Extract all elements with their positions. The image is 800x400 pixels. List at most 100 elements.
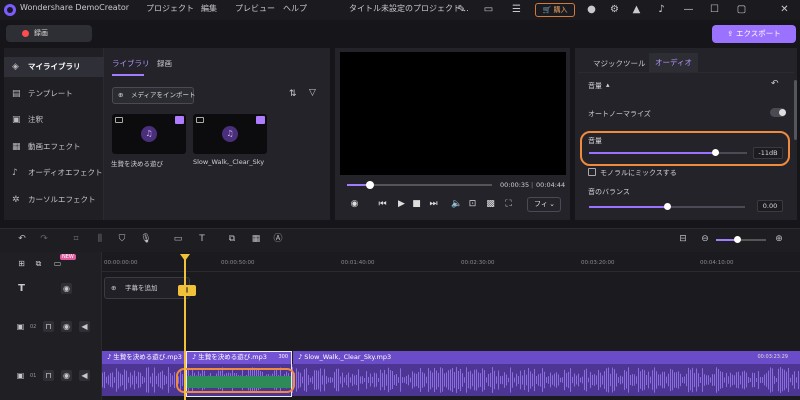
menu-help[interactable]: ヘルプ — [283, 3, 307, 14]
waveform-bar — [344, 377, 345, 383]
visibility-icon[interactable]: ◉ — [61, 283, 72, 294]
freeze-icon[interactable]: ▦ — [250, 233, 262, 245]
crop-tool-icon[interactable]: ⌗ — [70, 233, 82, 245]
tab-recording[interactable]: 録画 — [157, 58, 172, 69]
audio-clip-header[interactable]: ♪ 生贄を決める遊び.mp3 — [102, 351, 186, 364]
settings-icon[interactable]: ⚙ — [608, 3, 621, 16]
maximize-icon[interactable]: ☐ — [708, 3, 721, 16]
prev-frame-icon[interactable]: ⏮ — [377, 199, 388, 210]
waveform-bar — [488, 373, 489, 387]
zoom-in-icon[interactable]: ⊕ — [773, 233, 785, 245]
total-time: 00:04:44 — [536, 181, 566, 189]
caption-icon[interactable]: ▭ — [172, 233, 184, 245]
menu-preview[interactable]: プレビュー — [235, 3, 275, 14]
notification-icon[interactable]: ♪ — [655, 3, 668, 16]
fit-select[interactable]: フィ ⌄ — [527, 197, 561, 212]
mute-icon[interactable]: ◀ — [79, 321, 90, 332]
reset-icon[interactable]: ↶ — [771, 79, 779, 89]
waveform-bar — [630, 374, 631, 386]
screen-icon[interactable]: ▭ — [482, 3, 495, 16]
group-icon[interactable]: ⧉ — [226, 233, 238, 245]
stop-icon[interactable]: ■ — [411, 199, 422, 210]
sidebar-item-video-effect[interactable]: ▦ 動画エフェクト — [4, 137, 104, 157]
menu-edit[interactable]: 編集 — [201, 3, 217, 14]
redo-icon[interactable]: ↷ — [38, 233, 50, 245]
split-tool-icon[interactable]: ⫼ — [94, 233, 106, 245]
balance-slider-knob[interactable] — [664, 203, 671, 210]
waveform-bar — [464, 377, 465, 383]
waveform-bar — [406, 375, 407, 385]
restore-icon[interactable]: ▢ — [735, 3, 748, 16]
video-canvas[interactable] — [340, 52, 566, 175]
waveform-bar — [296, 368, 297, 392]
fullscreen-icon[interactable]: ⛶ — [503, 199, 514, 210]
import-media-button[interactable]: ⊕ メディアをインポート — [112, 87, 196, 104]
play-icon[interactable]: ▶ — [396, 199, 407, 210]
learn-icon[interactable]: ▲ — [630, 3, 643, 16]
properties-scrollbar[interactable] — [794, 80, 797, 140]
auto-normalize-toggle[interactable] — [770, 108, 786, 117]
tab-audio[interactable]: オーディオ — [649, 53, 698, 72]
sidebar-item-audio-effect[interactable]: ♪ オーディオエフェクト — [4, 163, 104, 183]
sidebar-item-my-library[interactable]: ◈ マイライブラリ — [4, 57, 104, 77]
waveform-bar — [644, 370, 645, 390]
waveform-bar — [390, 370, 391, 390]
minimize-icon[interactable]: — — [682, 3, 695, 16]
sidebar-item-template[interactable]: ▤ テンプレート — [4, 84, 104, 104]
add-track-icon[interactable]: ⊞ — [16, 258, 27, 269]
waveform-bar — [674, 372, 675, 388]
mono-mix-checkbox[interactable] — [588, 168, 596, 176]
filter-icon[interactable]: ▽ — [309, 88, 316, 98]
balance-value[interactable]: 0.00 — [757, 200, 783, 212]
audio-clip-header[interactable]: ♪ Slow_Walk,_Clear_Sky.mp3 00:03:23:29 — [293, 351, 800, 364]
media-thumbnail[interactable]: ♫ — [112, 114, 186, 154]
copy-track-icon[interactable]: ⧉ — [33, 258, 44, 269]
volume-slider-knob[interactable] — [712, 149, 719, 156]
waveform-bar — [772, 368, 773, 392]
playhead-handle[interactable] — [180, 254, 190, 261]
media-thumbnail[interactable]: ♫ — [193, 114, 267, 154]
visibility-icon[interactable]: ◉ — [61, 370, 72, 381]
microphone-icon[interactable]: 🎙 — [140, 233, 152, 245]
tab-magic-tools[interactable]: マジックツール — [593, 58, 646, 69]
waveform-bar — [584, 369, 585, 391]
sidebar-item-annotation[interactable]: ▣ 注釈 — [4, 110, 104, 130]
zoom-out-icon[interactable]: ⊖ — [699, 233, 711, 245]
fit-timeline-icon[interactable]: ⊟ — [677, 233, 689, 245]
sidebar-item-cursor-effect[interactable]: ✲ カーソルエフェクト — [4, 190, 104, 210]
shield-icon[interactable]: ⛉ — [116, 233, 128, 245]
next-frame-icon[interactable]: ⏭ — [428, 199, 439, 210]
video-track-icon: ▣ — [16, 371, 25, 380]
sidebar-item-label: マイライブラリ — [28, 62, 81, 71]
snapshot-icon[interactable]: ◉ — [349, 199, 360, 210]
zoom-slider-knob[interactable] — [734, 236, 741, 243]
edit-title-icon[interactable]: ✎ — [455, 3, 468, 16]
buy-button[interactable]: 🛒 購入 — [535, 3, 575, 17]
sort-icon[interactable]: ⇅ — [289, 89, 297, 99]
waveform-bar — [712, 374, 713, 386]
undo-icon[interactable]: ↶ — [16, 233, 28, 245]
waveform-bar — [484, 370, 485, 390]
playhead[interactable] — [184, 256, 186, 400]
mute-icon[interactable]: ◀ — [79, 370, 90, 381]
text-tool-icon[interactable]: T — [196, 233, 208, 245]
crop-icon[interactable]: ⊡ — [467, 199, 478, 210]
split-marker-icon[interactable]: ⫼ — [178, 285, 196, 296]
record-button[interactable]: 録画 — [6, 25, 92, 42]
ai-icon[interactable]: Ⓐ — [272, 233, 284, 245]
caret-up-icon[interactable]: ▴ — [606, 81, 610, 89]
menu-project[interactable]: プロジェクト — [146, 3, 194, 14]
visibility-icon[interactable]: ◉ — [61, 321, 72, 332]
close-icon[interactable]: ✕ — [778, 3, 791, 16]
tab-library[interactable]: ライブラリ — [112, 58, 150, 69]
export-button[interactable]: ⇪ エクスポート — [712, 25, 796, 43]
menu-icon[interactable]: ☰ — [510, 3, 523, 16]
lock-icon[interactable]: ⊓ — [43, 370, 54, 381]
playback-progress-knob[interactable] — [366, 181, 374, 189]
waveform-bar — [174, 371, 175, 389]
grid-icon[interactable]: ▩ — [485, 199, 496, 210]
user-icon[interactable]: ● — [585, 3, 598, 16]
volume-icon[interactable]: 🔈 — [451, 199, 462, 210]
lock-icon[interactable]: ⊓ — [43, 321, 54, 332]
volume-value[interactable]: -11dB — [753, 147, 783, 159]
